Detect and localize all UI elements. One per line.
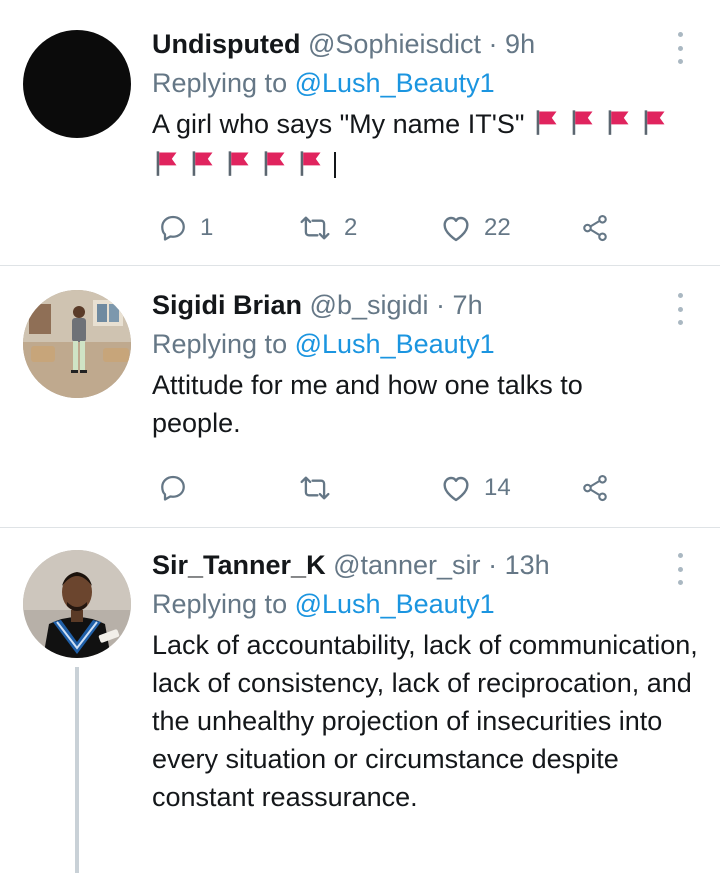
avatar[interactable] [23,550,131,658]
share-icon [580,473,610,503]
replying-to: Replying to @Lush_Beauty1 [152,327,700,361]
replying-to-label: Replying to [152,68,288,98]
like-count: 22 [484,214,511,241]
separator: · [436,290,446,320]
red-flag-icon [640,108,668,146]
replying-to: Replying to @Lush_Beauty1 [152,66,700,100]
tweet-text: Lack of accountability, lack of communic… [152,630,698,812]
tweet[interactable]: Sigidi Brian @b_sigidi · 7h Replying to … [0,266,720,528]
timestamp[interactable]: 9h [505,29,535,59]
user-handle[interactable]: @Sophieisdict [308,29,481,59]
user-handle[interactable]: @tanner_sir [333,550,480,580]
mention-link[interactable]: @Lush_Beauty1 [295,589,495,619]
tweet[interactable]: Undisputed @Sophieisdict · 9h Replying t… [0,0,720,266]
tweet-header: Sigidi Brian @b_sigidi · 7h [152,288,700,322]
separator: · [488,29,498,59]
display-name[interactable]: Undisputed [152,29,301,59]
tweet-header: Undisputed @Sophieisdict · 9h [152,27,700,61]
reply-button[interactable] [158,471,200,505]
replying-to-label: Replying to [152,329,288,359]
red-flag-icon [188,149,216,187]
reply-button[interactable]: 1 [158,211,213,245]
user-handle[interactable]: @b_sigidi [310,290,429,320]
replying-to: Replying to @Lush_Beauty1 [152,587,700,621]
red-flag-icon [604,108,632,146]
replying-to-label: Replying to [152,589,288,619]
retweet-button[interactable] [298,471,344,505]
like-icon [440,473,472,503]
tweet-body: Sigidi Brian @b_sigidi · 7h Replying to … [152,288,700,442]
tweet[interactable]: Sir_Tanner_K @tanner_sir · 13h Replying … [0,528,720,873]
red-flag-icon [260,149,288,187]
red-flag-icon [224,149,252,187]
thread-connector-line [75,667,79,873]
retweet-count: 2 [344,214,358,241]
like-count: 14 [484,474,511,501]
share-button[interactable] [580,471,610,505]
red-flag-icon [152,149,180,187]
retweet-icon [298,213,332,243]
reply-count: 1 [200,214,214,241]
red-flag-icon [532,108,560,146]
share-icon [580,213,610,243]
mention-link[interactable]: @Lush_Beauty1 [295,68,495,98]
timestamp[interactable]: 13h [505,550,550,580]
avatar[interactable] [23,30,131,138]
tweet-header: Sir_Tanner_K @tanner_sir · 13h [152,548,700,582]
tweet-actions: 1 2 22 [158,211,618,245]
reply-icon [158,213,188,243]
red-flag-icon [296,149,324,187]
like-button[interactable]: 22 [440,211,511,245]
display-name[interactable]: Sigidi Brian [152,290,302,320]
text-cursor [334,152,336,178]
retweet-button[interactable]: 2 [298,211,357,245]
like-button[interactable]: 14 [440,471,511,505]
separator: · [488,550,498,580]
tweet-actions: 14 [158,471,618,505]
red-flag-icon [568,108,596,146]
retweet-icon [298,473,332,503]
share-button[interactable] [580,211,610,245]
timestamp[interactable]: 7h [453,290,483,320]
mention-link[interactable]: @Lush_Beauty1 [295,329,495,359]
tweet-text: A girl who says "My name IT'S" [152,105,700,187]
like-icon [440,213,472,243]
avatar[interactable] [23,290,131,398]
tweet-text-content: A girl who says "My name IT'S" [152,109,525,139]
display-name[interactable]: Sir_Tanner_K [152,550,326,580]
reply-icon [158,473,188,503]
tweet-body: Undisputed @Sophieisdict · 9h Replying t… [152,27,700,187]
tweet-text: Attitude for me and how one talks to peo… [152,370,583,438]
tweet-body: Sir_Tanner_K @tanner_sir · 13h Replying … [152,548,700,816]
